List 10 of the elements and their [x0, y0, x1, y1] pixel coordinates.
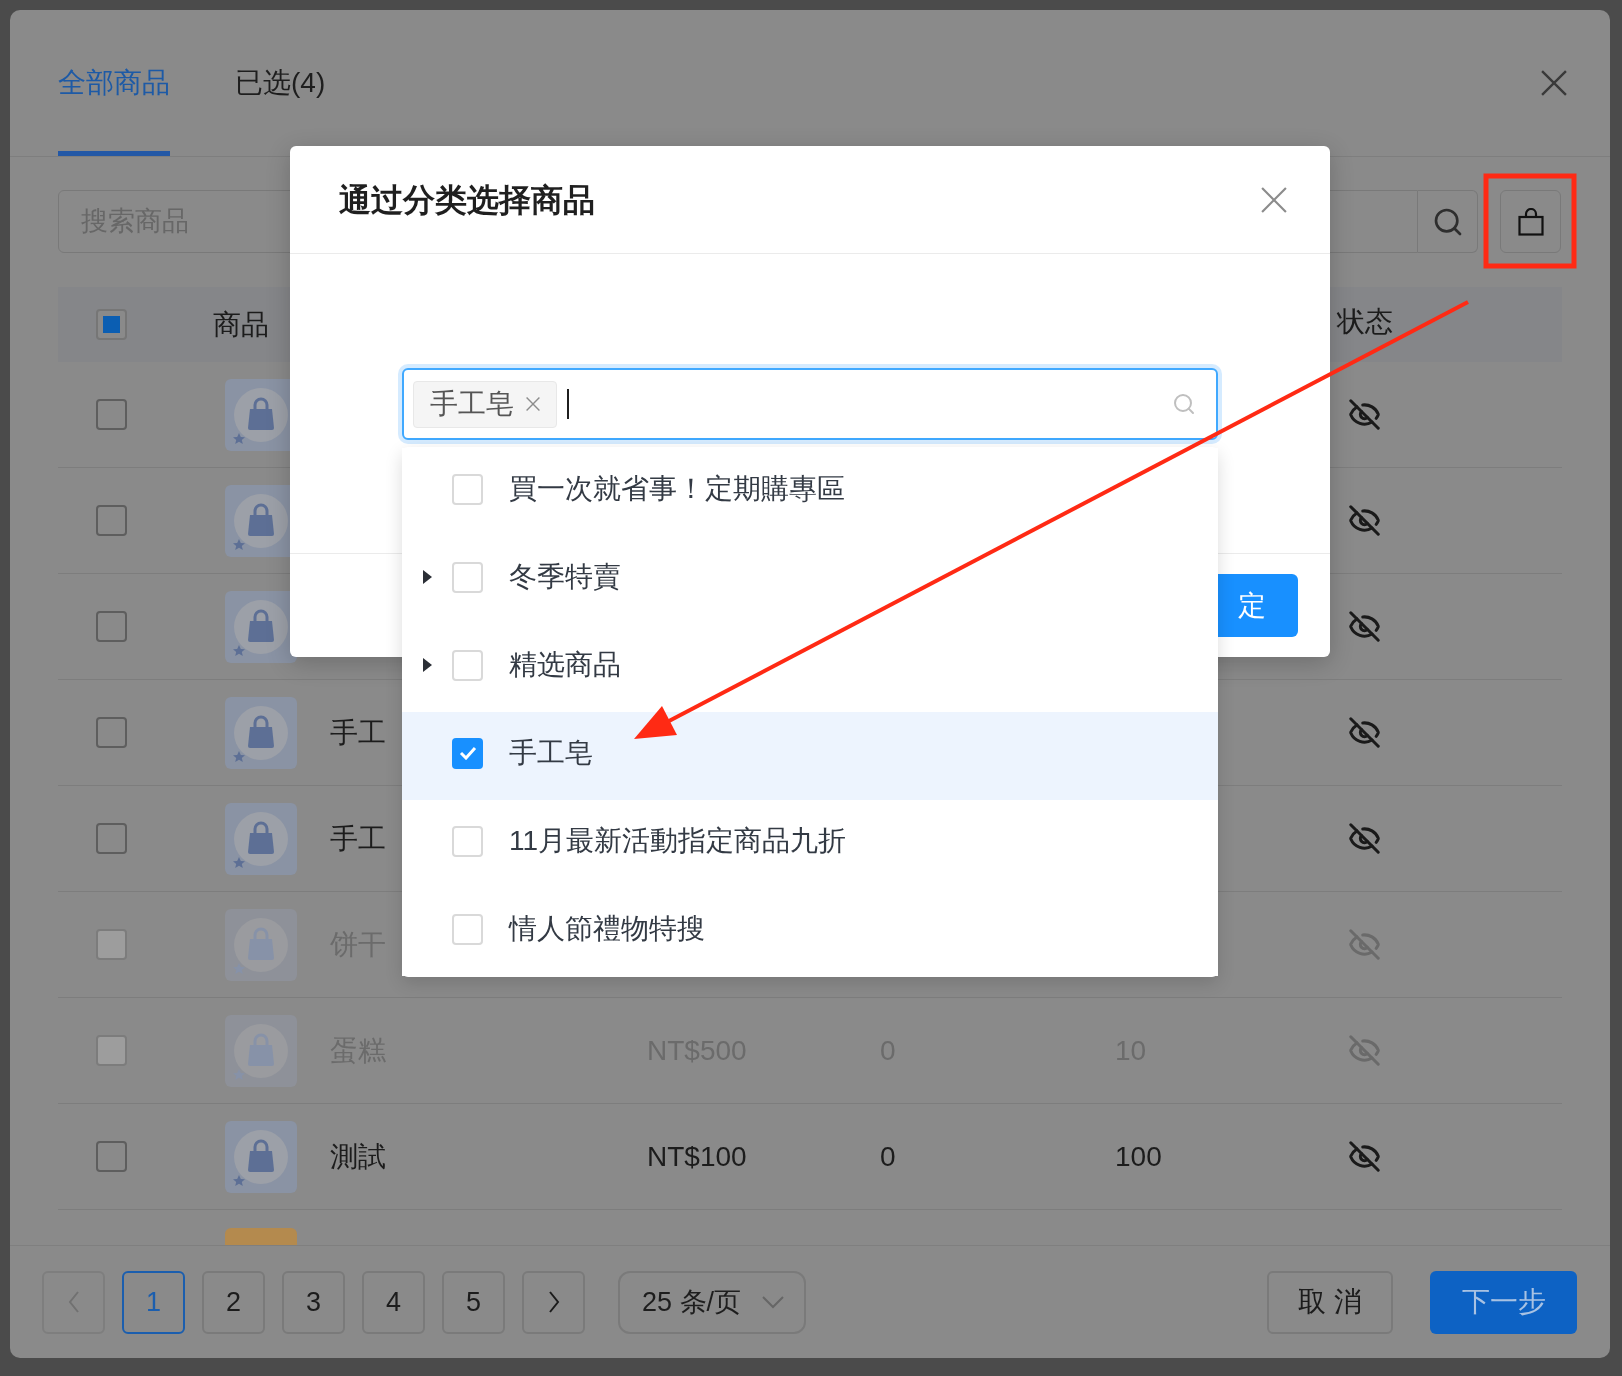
- table-cell-text: NT$100: [647, 1139, 747, 1174]
- dialog-title: 通过分类选择商品: [339, 180, 595, 220]
- product-name: 手工: [330, 821, 386, 856]
- tag-label: 手工皂: [430, 387, 514, 421]
- table-cell-text: 100: [1115, 1139, 1162, 1174]
- column-header: 状态: [1337, 307, 1393, 336]
- column-header: 商品: [213, 310, 269, 339]
- product-name: 測試: [330, 1139, 386, 1174]
- product-name: 手工: [330, 715, 386, 750]
- table-cell-text: 0: [880, 1139, 896, 1174]
